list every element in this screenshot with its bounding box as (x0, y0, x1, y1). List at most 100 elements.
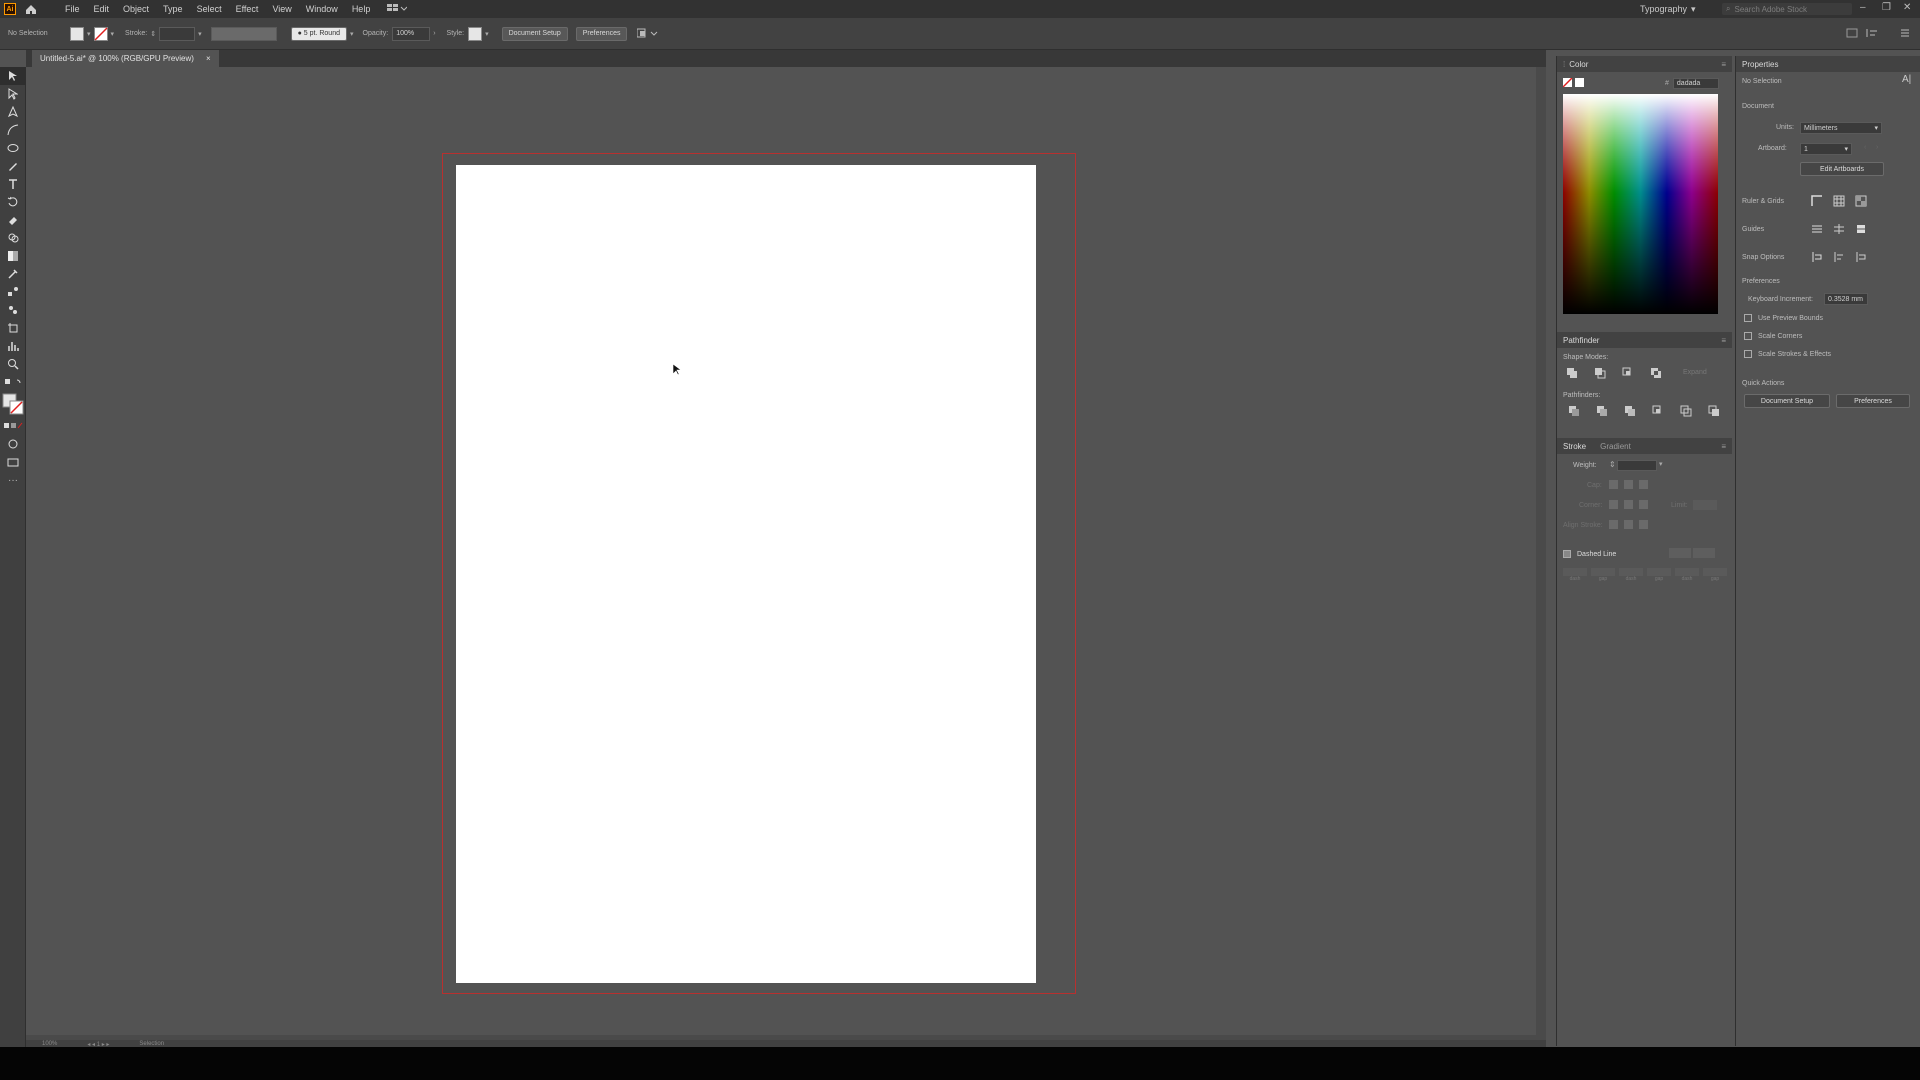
workspace-switcher[interactable]: Typography ▾ (1640, 0, 1696, 18)
ruler-icon[interactable] (1810, 194, 1824, 208)
limit-field[interactable] (1693, 500, 1717, 510)
exclude-icon[interactable] (1649, 366, 1663, 380)
chevron-down-icon[interactable]: ▾ (87, 30, 91, 38)
minus-back-icon[interactable] (1707, 404, 1721, 418)
chevron-right-icon[interactable]: › (433, 30, 435, 37)
align-center-icon[interactable] (1609, 520, 1618, 529)
scale-corners-checkbox[interactable] (1744, 332, 1752, 340)
symbol-sprayer-tool-icon[interactable] (0, 301, 26, 319)
show-guides-icon[interactable] (1810, 222, 1824, 236)
swap-fill-stroke-icon[interactable] (0, 373, 26, 391)
align-outside-icon[interactable] (1639, 520, 1648, 529)
paintbrush-tool-icon[interactable] (0, 157, 26, 175)
menu-edit[interactable]: Edit (87, 0, 117, 18)
grid-icon[interactable] (1832, 194, 1846, 208)
graph-tool-icon[interactable] (0, 337, 26, 355)
menu-file[interactable]: File (58, 0, 87, 18)
quick-preferences-button[interactable]: Preferences (1836, 394, 1910, 408)
opacity-label[interactable]: Opacity: (363, 30, 389, 37)
unite-icon[interactable] (1565, 366, 1579, 380)
menu-effect[interactable]: Effect (229, 0, 266, 18)
dash-gap-field[interactable]: dash (1563, 568, 1587, 582)
close-tab-icon[interactable]: × (206, 54, 211, 63)
chevron-down-icon[interactable]: ▾ (1659, 460, 1663, 468)
dash-gap-field[interactable]: dash (1675, 568, 1699, 582)
app-logo[interactable]: Ai (4, 3, 16, 15)
dash-gap-field[interactable]: gap (1591, 568, 1615, 582)
chevron-down-icon[interactable]: ▾ (350, 30, 354, 38)
menu-view[interactable]: View (265, 0, 298, 18)
selection-tool-icon[interactable] (0, 67, 26, 85)
document-setup-button[interactable]: Document Setup (501, 26, 568, 41)
menu-type[interactable]: Type (156, 0, 190, 18)
units-dropdown[interactable]: Millimeters ▾ (1800, 122, 1882, 134)
align-panel-icon[interactable] (1846, 28, 1858, 40)
edit-toolbar-icon[interactable]: ··· (0, 471, 26, 489)
weight-field[interactable] (1617, 460, 1657, 471)
preferences-button[interactable]: Preferences (575, 26, 628, 41)
transparency-grid-icon[interactable] (1854, 194, 1868, 208)
chevron-down-icon[interactable]: ▾ (111, 30, 115, 38)
panel-menu-icon[interactable]: ≡ (1721, 60, 1726, 69)
restore-icon[interactable]: ❐ (1882, 2, 1891, 13)
hex-field[interactable]: # dadada (1665, 78, 1719, 89)
stroke-weight-field[interactable] (159, 26, 196, 41)
artboard-next-icon[interactable]: › (1876, 144, 1878, 151)
dash-align-corners-icon[interactable] (1693, 548, 1715, 558)
snap-to-glyph-icon[interactable] (1854, 250, 1868, 264)
arrange-icon[interactable] (636, 28, 659, 40)
panel-menu-icon[interactable]: ≡ (1721, 442, 1726, 451)
fill-swatch[interactable] (70, 26, 84, 41)
smart-guides-icon[interactable] (1854, 222, 1868, 236)
properties-panel-header[interactable]: Properties (1736, 56, 1920, 72)
edit-artboards-button[interactable]: Edit Artboards (1800, 162, 1884, 176)
arrange-documents-icon[interactable] (387, 3, 408, 15)
fill-stroke-indicator[interactable] (0, 391, 26, 417)
artboard-prev-icon[interactable]: ‹ (1864, 144, 1866, 151)
scale-strokes-checkbox[interactable] (1744, 350, 1752, 358)
canvas-area[interactable] (26, 67, 1546, 1043)
chevron-down-icon[interactable]: ▾ (485, 30, 489, 38)
crop-icon[interactable] (1651, 404, 1665, 418)
menu-help[interactable]: Help (345, 0, 378, 18)
miter-join-icon[interactable] (1609, 500, 1618, 509)
type-tool-icon[interactable] (0, 175, 26, 193)
transform-panel-icon[interactable] (1866, 28, 1878, 40)
weight-stepper[interactable]: ⇕ (1609, 460, 1616, 469)
dash-exact-icon[interactable] (1669, 548, 1691, 558)
menu-window[interactable]: Window (299, 0, 345, 18)
panel-menu-icon[interactable]: ≡ (1721, 336, 1726, 345)
variable-width-profile[interactable] (210, 26, 277, 41)
gradient-tool-icon[interactable] (0, 247, 26, 265)
pathfinder-panel-header[interactable]: Pathfinder ≡ (1557, 332, 1732, 348)
ellipse-tool-icon[interactable] (0, 139, 26, 157)
dash-gap-field[interactable]: gap (1703, 568, 1727, 582)
hex-value[interactable]: dadada (1672, 78, 1719, 89)
vertical-scrollbar[interactable] (1536, 67, 1546, 1043)
stroke-swatch[interactable] (93, 26, 108, 41)
lock-guides-icon[interactable] (1832, 222, 1846, 236)
dash-gap-field[interactable]: dash (1619, 568, 1643, 582)
color-panel-header[interactable]: ⁞ Color ≡ (1557, 56, 1732, 72)
quick-document-setup-button[interactable]: Document Setup (1744, 394, 1830, 408)
close-icon[interactable]: ✕ (1903, 2, 1911, 13)
minus-front-icon[interactable] (1593, 366, 1607, 380)
intersect-icon[interactable] (1621, 366, 1635, 380)
menu-select[interactable]: Select (190, 0, 229, 18)
snap-to-pixel-icon[interactable] (1832, 250, 1846, 264)
brush-definition[interactable]: ● 5 pt. Round (290, 26, 347, 41)
eyedropper-tool-icon[interactable] (0, 265, 26, 283)
butt-cap-icon[interactable] (1609, 480, 1618, 489)
menu-object[interactable]: Object (116, 0, 156, 18)
dash-gap-field[interactable]: gap (1647, 568, 1671, 582)
stroke-tab[interactable]: Stroke (1563, 442, 1586, 451)
divide-icon[interactable] (1567, 404, 1581, 418)
opacity-field[interactable]: 100% (392, 26, 431, 41)
graphic-style-swatch[interactable] (468, 26, 483, 41)
dashed-line-checkbox[interactable] (1563, 550, 1571, 558)
gradient-tab[interactable]: Gradient (1600, 442, 1631, 451)
screen-mode-icon[interactable] (0, 453, 26, 471)
round-join-icon[interactable] (1624, 500, 1633, 509)
drawing-mode-icon[interactable] (0, 435, 26, 453)
color-mode-icons[interactable] (0, 417, 26, 435)
